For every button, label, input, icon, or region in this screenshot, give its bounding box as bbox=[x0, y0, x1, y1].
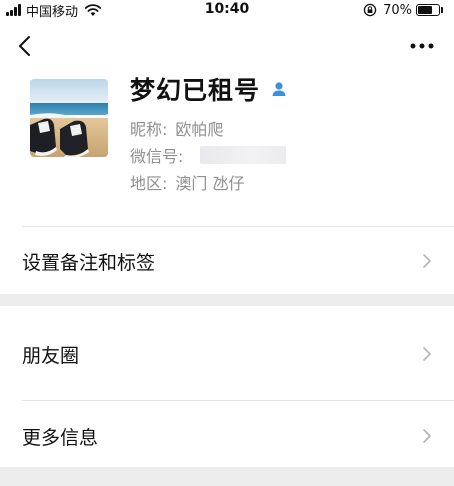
region-line: 地区: 澳门 氹仔 bbox=[130, 170, 245, 194]
wechat-id-line: 微信号: bbox=[130, 143, 183, 167]
chevron-right-icon bbox=[423, 347, 431, 361]
nickname-line: 昵称: 欧帕爬 bbox=[130, 116, 223, 140]
battery-percent: 70% bbox=[383, 2, 412, 18]
moments-row[interactable]: 朋友圈 bbox=[0, 306, 454, 400]
profile-name-row: 梦幻已租号 bbox=[130, 72, 288, 106]
more-info-row[interactable]: 更多信息 bbox=[0, 401, 454, 467]
avatar[interactable] bbox=[30, 79, 108, 157]
moments-label: 朋友圈 bbox=[22, 345, 80, 367]
avatar-beach-image bbox=[30, 79, 108, 157]
region-label: 地区: bbox=[130, 174, 168, 193]
back-chevron-icon[interactable] bbox=[16, 34, 36, 58]
remark-tags-label: 设置备注和标签 bbox=[22, 252, 156, 274]
remark-tags-row[interactable]: 设置备注和标签 bbox=[0, 227, 454, 294]
display-name: 梦幻已租号 bbox=[130, 76, 261, 105]
nickname-label: 昵称: bbox=[130, 120, 168, 139]
wechat-id-label: 微信号: bbox=[130, 147, 184, 166]
battery-level-fill bbox=[418, 6, 432, 14]
section-gap bbox=[0, 467, 454, 486]
status-right: 70% bbox=[363, 2, 443, 18]
rotation-lock-icon bbox=[363, 3, 377, 17]
chevron-right-icon bbox=[423, 254, 431, 268]
more-info-label: 更多信息 bbox=[22, 427, 99, 449]
battery-icon bbox=[416, 4, 443, 16]
male-user-icon bbox=[272, 82, 286, 96]
more-dots-icon[interactable] bbox=[410, 43, 434, 49]
wechat-id-redacted bbox=[200, 146, 286, 164]
nickname-value: 欧帕爬 bbox=[175, 120, 224, 139]
status-bar: 中国移动 10:40 70% bbox=[0, 0, 454, 22]
section-gap bbox=[0, 294, 454, 306]
chevron-right-icon bbox=[423, 429, 431, 443]
region-value: 澳门 氹仔 bbox=[175, 174, 245, 193]
